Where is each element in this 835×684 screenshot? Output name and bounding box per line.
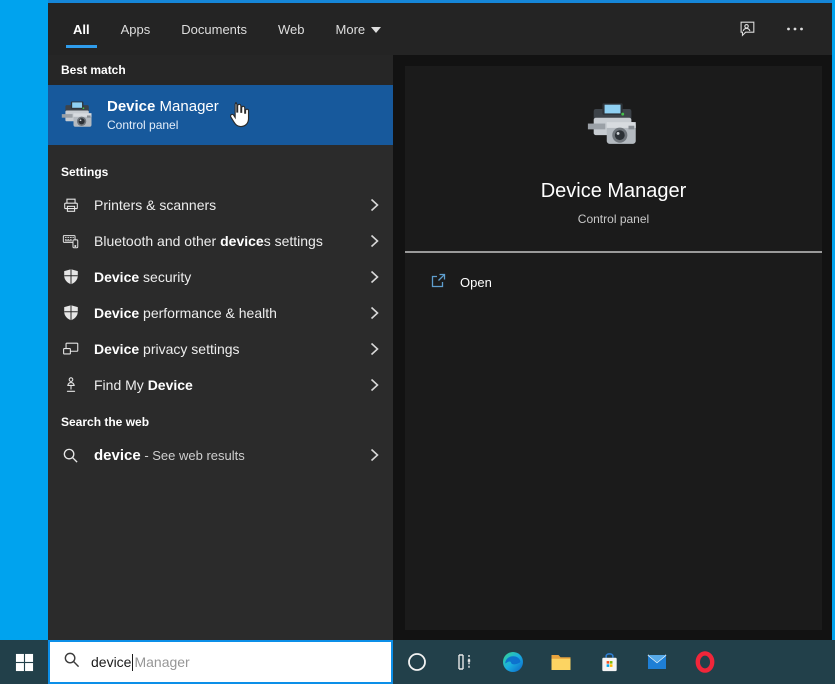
printer-icon bbox=[61, 196, 80, 215]
desktop: All Apps Documents Web More bbox=[0, 0, 835, 684]
tab-apps-label: Apps bbox=[121, 22, 151, 37]
person-pin-icon bbox=[61, 376, 80, 395]
tab-all[interactable]: All bbox=[73, 3, 90, 55]
result-web-device[interactable]: device - See web results bbox=[48, 437, 393, 473]
tab-web-label: Web bbox=[278, 22, 305, 37]
device-manager-icon bbox=[585, 96, 643, 154]
file-explorer-button[interactable] bbox=[537, 640, 585, 684]
shield-icon bbox=[61, 304, 80, 323]
open-action[interactable]: Open bbox=[405, 272, 822, 292]
chevron-right-icon[interactable] bbox=[370, 270, 379, 284]
result-label: Device performance & health bbox=[94, 305, 362, 321]
search-icon bbox=[63, 651, 80, 673]
open-external-icon bbox=[430, 272, 447, 292]
search-input[interactable]: device Manager bbox=[91, 654, 190, 671]
edge-button[interactable] bbox=[489, 640, 537, 684]
tab-more-label: More bbox=[336, 22, 366, 37]
devices-icon bbox=[61, 232, 80, 251]
chevron-right-icon[interactable] bbox=[370, 448, 379, 462]
start-button[interactable] bbox=[0, 640, 48, 684]
chevron-right-icon[interactable] bbox=[370, 378, 379, 392]
tab-web[interactable]: Web bbox=[278, 3, 305, 55]
search-the-web-header-label: Search the web bbox=[61, 415, 149, 429]
results-list: Best match bbox=[48, 55, 393, 640]
tab-documents[interactable]: Documents bbox=[181, 3, 247, 55]
search-icon bbox=[61, 446, 80, 465]
tab-more[interactable]: More bbox=[336, 3, 382, 55]
text-cursor bbox=[132, 654, 133, 671]
chevron-right-icon[interactable] bbox=[370, 306, 379, 320]
result-label: Bluetooth and other devices settings bbox=[94, 233, 362, 249]
chevron-right-icon[interactable] bbox=[370, 234, 379, 248]
result-printers-scanners[interactable]: Printers & scanners bbox=[48, 187, 393, 223]
result-bluetooth-devices-settings[interactable]: Bluetooth and other devices settings bbox=[48, 223, 393, 259]
result-label: Find My Device bbox=[94, 377, 362, 393]
tab-all-label: All bbox=[73, 22, 90, 37]
header-icons bbox=[736, 18, 806, 40]
search-suggestion-text: Manager bbox=[134, 654, 189, 670]
result-label: device - See web results bbox=[94, 447, 362, 464]
taskbar: device Manager bbox=[0, 640, 835, 684]
best-match-title-bold: Device bbox=[107, 98, 155, 115]
task-view-button[interactable] bbox=[441, 640, 489, 684]
device-manager-icon bbox=[60, 97, 96, 133]
cortana-button[interactable] bbox=[393, 640, 441, 684]
open-action-label: Open bbox=[460, 275, 492, 290]
screens-icon bbox=[61, 340, 80, 359]
result-device-privacy-settings[interactable]: Device privacy settings bbox=[48, 331, 393, 367]
tab-apps[interactable]: Apps bbox=[121, 3, 151, 55]
best-match-item-device-manager[interactable]: Device Manager Control panel bbox=[48, 85, 393, 145]
best-match-header-label: Best match bbox=[61, 63, 126, 77]
preview-title: Device Manager bbox=[405, 180, 822, 203]
mail-button[interactable] bbox=[633, 640, 681, 684]
tab-documents-label: Documents bbox=[181, 22, 247, 37]
chevron-down-icon bbox=[371, 27, 381, 33]
search-results: Best match bbox=[48, 55, 832, 640]
result-label: Device security bbox=[94, 269, 362, 285]
settings-header-label: Settings bbox=[61, 165, 108, 179]
options-ellipsis-icon[interactable] bbox=[784, 18, 806, 40]
search-typed-text: device bbox=[91, 654, 131, 670]
best-match-subtitle: Control panel bbox=[107, 118, 219, 132]
chevron-right-icon[interactable] bbox=[370, 342, 379, 356]
result-label: Printers & scanners bbox=[94, 197, 362, 213]
result-find-my-device[interactable]: Find My Device bbox=[48, 367, 393, 403]
result-label: Device privacy settings bbox=[94, 341, 362, 357]
search-flyout: All Apps Documents Web More bbox=[48, 0, 832, 640]
result-device-security[interactable]: Device security bbox=[48, 259, 393, 295]
preview-card: Device Manager Control panel Open bbox=[405, 66, 822, 630]
best-match-header: Best match bbox=[48, 55, 393, 85]
best-match-title: Device Manager bbox=[107, 98, 219, 115]
result-device-performance-health[interactable]: Device performance & health bbox=[48, 295, 393, 331]
best-match-text: Device Manager Control panel bbox=[107, 98, 219, 132]
taskbar-search-box[interactable]: device Manager bbox=[48, 640, 393, 684]
microsoft-store-button[interactable] bbox=[585, 640, 633, 684]
search-header: All Apps Documents Web More bbox=[48, 3, 832, 55]
best-match-title-rest: Manager bbox=[155, 98, 218, 115]
preview-subtitle: Control panel bbox=[405, 212, 822, 226]
shield-icon bbox=[61, 268, 80, 287]
chevron-right-icon[interactable] bbox=[370, 198, 379, 212]
settings-header: Settings bbox=[48, 157, 393, 187]
search-the-web-header: Search the web bbox=[48, 407, 393, 437]
preview-panel: Device Manager Control panel Open bbox=[393, 55, 832, 640]
user-feedback-icon[interactable] bbox=[736, 18, 758, 40]
opera-button[interactable] bbox=[681, 640, 729, 684]
preview-divider bbox=[405, 251, 822, 253]
